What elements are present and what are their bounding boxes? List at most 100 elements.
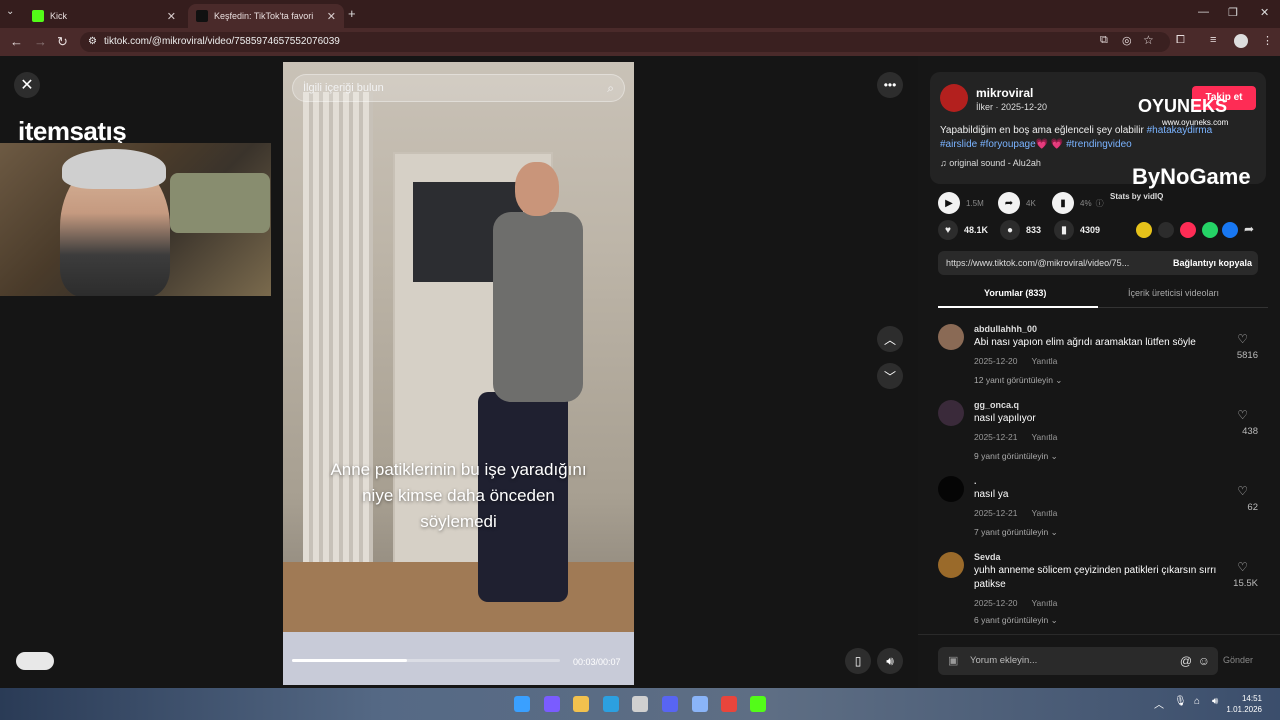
app-icon[interactable] [692, 696, 708, 712]
minimize-icon[interactable]: — [1198, 6, 1209, 18]
share-icon[interactable]: ➦ [1244, 222, 1254, 236]
restore-icon[interactable]: ❐ [1228, 6, 1238, 19]
comment-text: yuhh anneme sölicem çeyizinden patikleri… [974, 565, 1217, 590]
tab-list-icon[interactable]: ⌄ [6, 6, 14, 17]
video-player[interactable]: İlgili içeriği bulun ⌕ Anne patiklerinin… [283, 62, 634, 685]
previous-video-button[interactable]: ︿ [877, 326, 903, 352]
kick-icon [32, 10, 44, 22]
comment-input[interactable]: ▣ Yorum ekleyin... @ ☺ [938, 647, 1218, 675]
reply-button[interactable]: Yanıtla [1031, 508, 1057, 518]
eye-off-icon[interactable]: ◎ [1122, 34, 1132, 47]
hashtag[interactable]: #trendingvideo [1066, 139, 1132, 150]
hashtag[interactable]: #airslide [940, 139, 977, 150]
kick-app-icon[interactable] [750, 696, 766, 712]
copilot-icon[interactable] [544, 696, 560, 712]
menu-icon[interactable]: ⋮ [1262, 34, 1273, 47]
tab-tiktok[interactable]: Keşfedin: TikTok'ta favori vi ✕ [188, 4, 344, 28]
webcam-hair [62, 149, 166, 189]
store-icon[interactable] [632, 696, 648, 712]
view-replies[interactable]: 12 yanıt görüntüleyin ⌄ [974, 375, 1062, 386]
facebook-icon[interactable] [1222, 222, 1238, 238]
tray-chevron-icon[interactable]: ︿ [1154, 696, 1164, 711]
close-window-icon[interactable]: ✕ [1260, 6, 1269, 19]
next-video-button[interactable]: ﹀ [877, 363, 903, 389]
reply-button[interactable]: Yanıtla [1031, 356, 1057, 366]
comment-user[interactable]: abdullahhh_00 [974, 324, 1037, 334]
comments-count: 833 [1026, 225, 1042, 235]
emoji-icon[interactable]: ☺ [1198, 647, 1210, 675]
webcam-sofa [170, 173, 270, 233]
microphone-icon[interactable]: 🎙︎ [1174, 696, 1187, 707]
hashtag[interactable]: #foryoupage💗 [980, 139, 1048, 150]
comment-user[interactable]: . [974, 476, 977, 486]
close-tab-icon[interactable]: ✕ [167, 10, 176, 23]
search-icon[interactable]: ⌕ [607, 75, 614, 101]
comment-likes: 62 [1247, 502, 1258, 513]
author-username[interactable]: mikroviral [976, 86, 1033, 100]
comment-action[interactable]: ● 833 [1000, 220, 1041, 240]
comment-like-icon[interactable]: ♡ [1237, 408, 1248, 422]
chrome-icon[interactable] [721, 696, 737, 712]
windows-start-icon[interactable] [514, 696, 530, 712]
bookmark-star-icon[interactable]: ☆ [1143, 33, 1154, 47]
save-action[interactable]: ▮ 4309 [1054, 220, 1100, 240]
new-tab-icon[interactable]: + [348, 6, 356, 21]
comment-avatar[interactable] [938, 400, 964, 426]
network-icon[interactable]: ⌂ [1194, 696, 1200, 707]
video-link-field[interactable]: https://www.tiktok.com/@mikroviral/video… [938, 251, 1258, 275]
comment-like-icon[interactable]: ♡ [1237, 332, 1248, 346]
file-explorer-icon[interactable] [573, 696, 589, 712]
mention-icon[interactable]: @ [1180, 647, 1192, 675]
discord-icon[interactable] [662, 696, 678, 712]
view-replies[interactable]: 7 yanıt görüntüleyin ⌄ [974, 527, 1058, 538]
reply-button[interactable]: Yanıtla [1031, 598, 1057, 608]
comment-avatar[interactable] [938, 552, 964, 578]
miniplayer-button[interactable]: ▯ [845, 648, 871, 674]
copy-link-button[interactable]: Bağlantıyı kopyala [1173, 251, 1252, 275]
view-replies[interactable]: 6 yanıt görüntüleyin ⌄ [974, 615, 1058, 626]
video-progress-bar[interactable] [292, 659, 560, 662]
extension-badge[interactable] [16, 652, 54, 670]
repost-icon[interactable] [1180, 222, 1196, 238]
url-field[interactable]: ⚙ tiktok.com/@mikroviral/video/758597465… [80, 32, 1170, 52]
comment-like-icon[interactable]: ♡ [1237, 560, 1248, 574]
send-button[interactable]: Gönder [1223, 655, 1253, 665]
extensions-icon[interactable]: ⧠ [1176, 34, 1185, 47]
edge-icon[interactable] [603, 696, 619, 712]
reply-button[interactable]: Yanıtla [1031, 432, 1057, 442]
more-options-button[interactable]: ••• [877, 72, 903, 98]
clock-date: 1.01.2026 [1226, 705, 1262, 714]
tab-comments[interactable]: Yorumlar (833) [984, 288, 1046, 298]
tab-kick[interactable]: Kick ✕ [24, 4, 184, 28]
search-input[interactable]: İlgili içeriği bulun ⌕ [292, 74, 625, 102]
close-tab-icon[interactable]: ✕ [327, 10, 336, 23]
close-video-button[interactable]: ✕ [14, 72, 40, 98]
system-clock[interactable]: 14:51 1.01.2026 [1226, 693, 1262, 715]
comment-user[interactable]: Sevda [974, 552, 1001, 562]
speaker-icon[interactable]: 🔊︎ [1212, 696, 1218, 707]
shares-count: 4K [1026, 198, 1036, 208]
forward-icon[interactable]: → [34, 34, 47, 49]
sound-link[interactable]: ♫ original sound - Alu2ah [940, 158, 1041, 168]
reload-icon[interactable]: ↻ [57, 34, 68, 50]
author-avatar[interactable] [940, 84, 968, 112]
volume-button[interactable]: 🔊︎ [877, 648, 903, 674]
coin-icon[interactable] [1136, 222, 1152, 238]
comment-avatar[interactable] [938, 476, 964, 502]
profile-avatar[interactable] [1234, 34, 1248, 48]
tab-creator-videos[interactable]: İçerik üreticisi videoları [1128, 288, 1219, 298]
stats-by-vidiq[interactable]: Stats by vidIQ [1110, 192, 1163, 201]
install-app-icon[interactable]: ⧉ [1100, 34, 1108, 47]
reading-list-icon[interactable]: ≡ [1210, 34, 1216, 46]
whatsapp-icon[interactable] [1202, 222, 1218, 238]
like-action[interactable]: ♥ 48.1K [938, 220, 988, 240]
embed-icon[interactable] [1158, 222, 1174, 238]
comment-avatar[interactable] [938, 324, 964, 350]
comment-like-icon[interactable]: ♡ [1237, 484, 1248, 498]
view-replies[interactable]: 9 yanıt görüntüleyin ⌄ [974, 451, 1058, 462]
comment-user[interactable]: gg_onca.q [974, 400, 1019, 410]
back-icon[interactable]: ← [10, 34, 23, 49]
sticker-icon[interactable]: ▣ [948, 647, 958, 675]
view-replies-label: 6 yanıt görüntüleyin [974, 615, 1049, 625]
site-info-icon[interactable]: ⚙ [88, 32, 97, 52]
